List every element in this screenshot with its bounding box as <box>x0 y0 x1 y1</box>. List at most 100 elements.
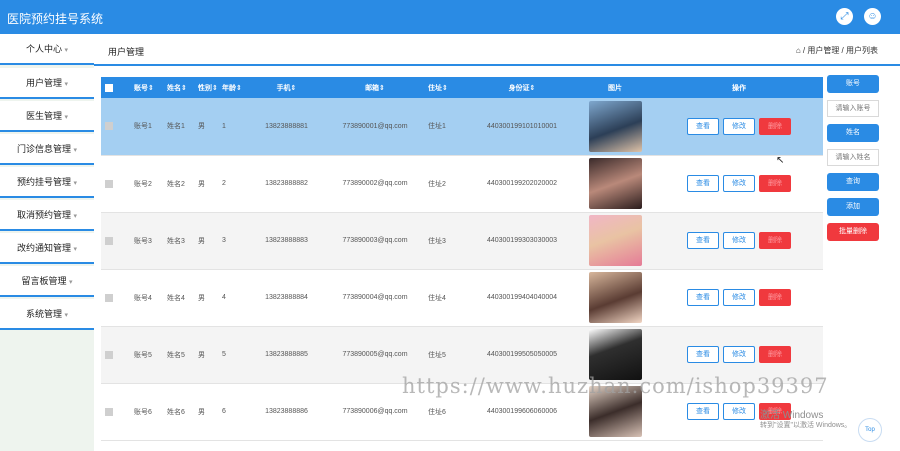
edit-button[interactable]: 修改 <box>723 403 755 420</box>
sidebar-item-cancellations[interactable]: 取消预约管理 ▾ <box>0 200 94 231</box>
activate-windows-subtitle: 转到"设置"以激活 Windows。 <box>760 422 852 429</box>
delete-button[interactable]: 删除 <box>759 232 791 249</box>
table-row[interactable]: 账号3 姓名3 男 3 13823888883 773890003@qq.com 住址3 44… <box>101 212 823 269</box>
cell-photo <box>575 155 655 212</box>
cell-phone: 13823888884 <box>265 294 308 301</box>
delete-button[interactable]: 删除 <box>759 117 791 135</box>
column-header-actions: 操作 <box>655 77 823 98</box>
sidebar-item-appointments[interactable]: 预约挂号管理 ▾ <box>0 167 94 198</box>
cell-photo <box>575 212 655 269</box>
sidebar-item-users[interactable]: 用户管理 ▾ <box>0 68 94 99</box>
delete-button[interactable]: 删除 <box>759 175 791 192</box>
cell-phone: 13823888886 <box>265 408 308 415</box>
delete-button[interactable]: 删除 <box>759 346 791 363</box>
select-all-checkbox[interactable] <box>101 77 130 98</box>
column-header-address[interactable]: 住址⇕ <box>424 77 469 98</box>
column-header-photo: 图片 <box>575 77 655 98</box>
sidebar-item-label: 个人中心 <box>25 44 62 54</box>
row-checkbox[interactable] <box>101 383 130 440</box>
delete-button[interactable]: 删除 <box>759 289 791 306</box>
expand-icon[interactable]: ⤢ <box>836 8 853 25</box>
cell-age: 5 <box>222 351 226 358</box>
view-button[interactable]: 查看 <box>687 117 719 135</box>
cell-gender: 男 <box>198 180 205 188</box>
chevron-down-icon: ▾ <box>73 246 78 253</box>
sidebar-item-message-board[interactable]: 留言板管理 ▾ <box>0 266 94 297</box>
edit-button[interactable]: 修改 <box>723 289 755 306</box>
column-header-age[interactable]: 年龄⇕ <box>218 77 247 98</box>
chevron-down-icon: ▾ <box>64 312 69 319</box>
cell-name: 姓名5 <box>167 351 185 359</box>
search-button[interactable]: 查询 <box>827 173 879 191</box>
cell-name: 姓名1 <box>167 123 185 131</box>
table-row[interactable]: 账号2 姓名2 男 2 13823888882 773890002@qq.com 住址2 44… <box>101 155 823 212</box>
sidebar-item-label: 改约通知管理 <box>16 243 71 253</box>
name-search-input[interactable] <box>827 149 879 166</box>
user-photo <box>588 329 642 380</box>
name-label-button[interactable]: 姓名 <box>827 124 879 142</box>
sidebar-item-system[interactable]: 系统管理 ▾ <box>0 299 94 330</box>
column-header-email[interactable]: 邮箱⇕ <box>326 77 424 98</box>
watermark: https://www.huzhan.com/ishop39397 <box>402 374 829 398</box>
cell-account: 账号1 <box>134 123 152 131</box>
table-row[interactable]: 账号4 姓名4 男 4 13823888884 773890004@qq.com 住址4 44… <box>101 269 823 326</box>
cell-email: 773890004@qq.com <box>342 294 408 301</box>
view-button[interactable]: 查看 <box>687 346 719 363</box>
back-to-top-button[interactable]: Top <box>858 418 882 442</box>
cell-account: 账号4 <box>134 294 152 302</box>
row-checkbox[interactable] <box>101 326 130 383</box>
view-button[interactable]: 查看 <box>687 175 719 192</box>
add-button[interactable]: 添加 <box>827 198 879 216</box>
cell-gender: 男 <box>198 123 205 131</box>
account-search-input[interactable] <box>827 100 879 117</box>
edit-button[interactable]: 修改 <box>723 232 755 249</box>
sidebar: 个人中心 ▾ 用户管理 ▾ 医生管理 ▾ 门诊信息管理 ▾ 预约挂号管理 ▾ 取… <box>0 34 94 451</box>
sidebar-item-label: 门诊信息管理 <box>16 144 71 154</box>
top-scroll-tab[interactable] <box>838 0 860 6</box>
cell-idcard: 440300199202020002 <box>486 180 558 187</box>
cell-account: 账号6 <box>134 408 152 416</box>
cell-actions: 查看 修改 删除 <box>655 155 823 212</box>
breadcrumb[interactable]: ⌂ / 用户管理 / 用户列表 <box>796 45 878 56</box>
edit-button[interactable]: 修改 <box>723 346 755 363</box>
cell-idcard: 440300199101010001 <box>486 122 558 130</box>
chevron-down-icon: ▾ <box>69 279 73 286</box>
user-photo <box>588 272 642 323</box>
column-header-gender[interactable]: 性别⇕ <box>194 77 218 98</box>
view-button[interactable]: 查看 <box>687 289 719 306</box>
row-checkbox[interactable] <box>101 269 130 326</box>
top-bar: 医院预约挂号系统 ⤢ ☺ <box>0 0 900 34</box>
row-checkbox[interactable] <box>101 155 130 212</box>
view-button[interactable]: 查看 <box>687 403 719 420</box>
table-row[interactable]: 账号1 姓名1 男 1 13823888881 773890001@qq.com 住址1 44… <box>101 98 823 155</box>
cell-gender: 男 <box>198 351 205 359</box>
user-icon[interactable]: ☺ <box>864 8 881 25</box>
edit-button[interactable]: 修改 <box>723 175 755 192</box>
column-header-name[interactable]: 姓名⇕ <box>163 77 194 98</box>
cell-phone: 13823888885 <box>265 351 308 358</box>
sidebar-item-label: 用户管理 <box>25 78 62 88</box>
row-checkbox[interactable] <box>101 98 130 155</box>
app-title: 医院预约挂号系统 <box>7 12 104 26</box>
cell-age: 4 <box>222 294 226 301</box>
view-button[interactable]: 查看 <box>687 232 719 249</box>
row-checkbox[interactable] <box>101 212 130 269</box>
cell-phone: 13823888883 <box>265 237 308 244</box>
cell-idcard: 440300199303030003 <box>486 237 558 244</box>
cell-account: 账号3 <box>134 237 152 245</box>
account-label-button[interactable]: 账号 <box>827 75 879 93</box>
sidebar-item-doctors[interactable]: 医生管理 ▾ <box>0 101 94 132</box>
user-photo <box>588 100 642 152</box>
column-header-account[interactable]: 账号⇕ <box>130 77 163 98</box>
cell-photo <box>575 269 655 326</box>
sidebar-item-personal-center[interactable]: 个人中心 ▾ <box>0 34 94 65</box>
batch-delete-button[interactable]: 批量删除 <box>827 223 879 241</box>
chevron-down-icon: ▾ <box>73 180 78 187</box>
sidebar-item-reschedule-notices[interactable]: 改约通知管理 ▾ <box>0 233 94 264</box>
cell-actions: 查看 修改 删除 <box>655 212 823 269</box>
edit-button[interactable]: 修改 <box>723 117 755 135</box>
mouse-cursor-icon: ↖ <box>776 155 785 166</box>
sidebar-item-clinic-info[interactable]: 门诊信息管理 ▾ <box>0 134 94 165</box>
column-header-idcard[interactable]: 身份证⇕ <box>469 77 575 98</box>
column-header-phone[interactable]: 手机⇕ <box>247 77 326 98</box>
